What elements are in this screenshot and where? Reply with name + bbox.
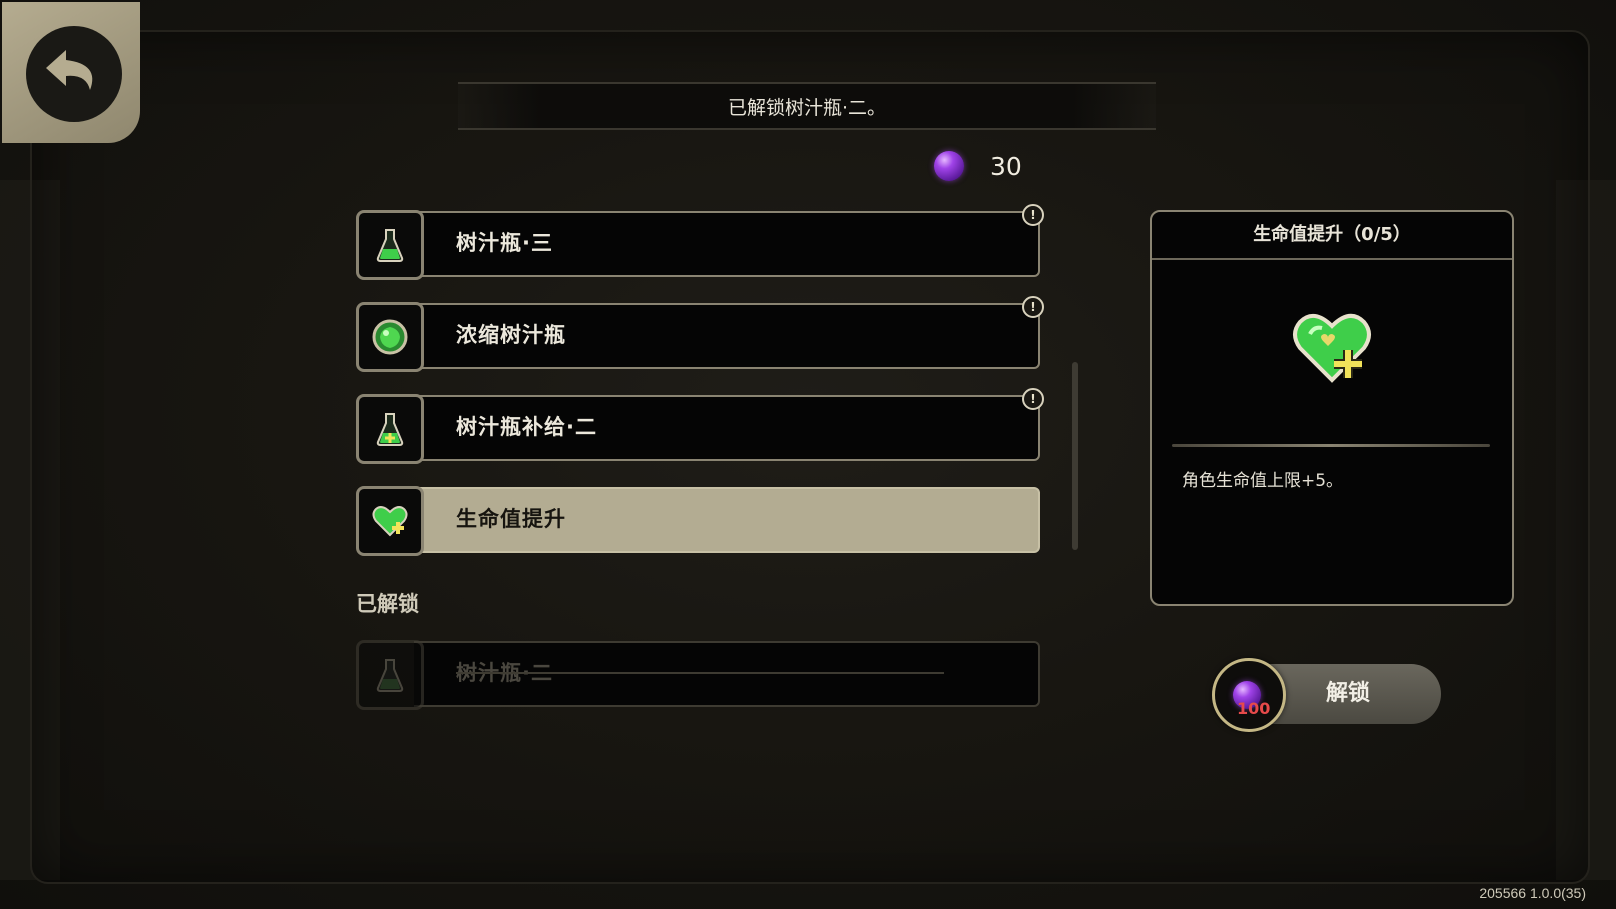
unlock-button[interactable]: 100 解锁 (1212, 658, 1441, 732)
version-text: 205566 1.0.0(35) (1479, 885, 1586, 901)
strikethrough-line (456, 672, 944, 674)
unlocked-section-title: 已解锁 (356, 592, 419, 616)
list-scrollbar[interactable] (1072, 362, 1078, 550)
currency-display: 30 (934, 148, 1022, 184)
flask-plus-icon (356, 394, 424, 464)
upgrade-row-sap-flask-3[interactable]: 树汁瓶·三 ! (356, 204, 1044, 280)
flask-icon (356, 640, 424, 710)
detail-description: 角色生命值上限+5。 (1182, 471, 1344, 491)
detail-panel: 生命值提升（0/5） 角色生命值上限+5。 (1150, 210, 1514, 606)
alert-icon: ! (1022, 204, 1044, 226)
unlocked-row-sap-flask-2[interactable]: 树汁瓶·二 (356, 640, 1040, 710)
alert-icon: ! (1022, 388, 1044, 410)
notification-text: 已解锁树汁瓶·二。 (727, 96, 887, 119)
unlock-cost: 100 (1237, 699, 1271, 718)
unlock-button-label: 解锁 (1326, 681, 1371, 706)
notification-bar: 已解锁树汁瓶·二。 (458, 82, 1156, 130)
heart-plus-icon (1290, 308, 1374, 386)
cost-badge: 100 (1212, 658, 1286, 732)
upgrade-row-flask-supply-2[interactable]: 树汁瓶补给·二 ! (356, 388, 1044, 464)
upgrade-row-concentrated-flask[interactable]: 浓缩树汁瓶 ! (356, 296, 1044, 372)
back-icon (26, 26, 122, 122)
detail-title: 生命值提升（0/5） (1152, 212, 1512, 260)
currency-amount: 30 (990, 151, 1022, 181)
flask-icon (356, 210, 424, 280)
upgrade-label: 生命值提升 (456, 507, 566, 531)
upgrade-label: 树汁瓶补给·二 (456, 415, 597, 439)
purple-orb-icon (934, 151, 964, 181)
upgrade-row-hp-boost[interactable]: 生命值提升 (356, 486, 1040, 556)
upgrade-label: 树汁瓶·三 (456, 231, 553, 255)
green-gem-icon (356, 302, 424, 372)
back-button[interactable] (2, 2, 140, 143)
alert-icon: ! (1022, 296, 1044, 318)
detail-divider (1172, 444, 1490, 447)
upgrade-label: 浓缩树汁瓶 (456, 323, 566, 347)
heart-plus-icon (356, 486, 424, 556)
